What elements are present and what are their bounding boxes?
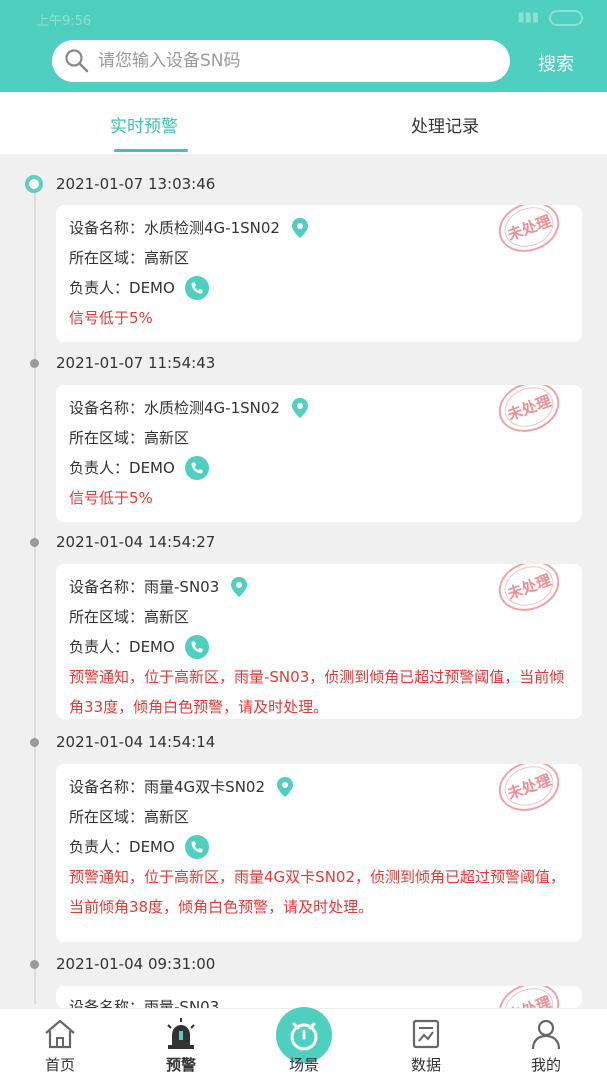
device-name-label: 设备名称： [69,578,145,596]
user-icon [531,1019,561,1050]
status-time: 上午9:56 [36,14,92,29]
location-pin-icon[interactable] [229,576,249,598]
alert-message: 信号低于5% [69,489,153,507]
timeline-node [30,960,39,969]
search-icon [65,49,89,73]
search-box[interactable] [52,40,510,82]
device-name-label: 设备名称： [69,399,145,417]
person-value: DEMO [129,638,175,656]
timeline-node [30,738,39,747]
nav-scene[interactable]: 场景 [264,1009,344,1080]
device-name-row: 设备名称： 水质检测4G-1SN02 [69,213,568,243]
home-icon [45,1019,75,1049]
alert-card[interactable]: 未处理 设备名称： 雨量4G双卡SN02 所在区域： 高新区 负责人： DEMO… [56,764,582,942]
phone-icon[interactable] [184,635,209,659]
area-value: 高新区 [144,808,190,826]
tab-processing-records[interactable]: 处理记录 [411,112,479,137]
device-name-label: 设备名称： [69,778,145,796]
phone-icon[interactable] [184,456,209,480]
timeline-node [30,538,39,547]
area-row: 所在区域： 高新区 [69,802,568,832]
person-row: 负责人： DEMO [69,273,568,303]
alert-message: 预警通知，位于高新区，雨量4G双卡SN02，侦测到倾角已超过预警阈值，当前倾角3… [69,868,565,916]
device-name-value: 雨量4G双卡SN02 [144,778,266,796]
alert-message: 预警通知，位于高新区，雨量-SN03，侦测到倾角已超过预警阈值，当前倾角33度，… [69,668,565,716]
location-pin-icon[interactable] [290,217,310,239]
battery-icon [549,10,583,26]
timeline-node [30,359,39,368]
device-name-label: 设备名称： [69,219,145,237]
alert-time: 2021-01-04 14:54:14 [56,733,216,751]
person-value: DEMO [129,459,175,477]
alert-time: 2021-01-07 11:54:43 [56,354,216,372]
unprocessed-stamp: 未处理 [491,986,567,1008]
area-value: 高新区 [144,429,190,447]
area-label: 所在区域： [69,808,145,826]
nav-mine[interactable]: 我的 [506,1009,586,1080]
nav-mine-label: 我的 [530,1056,561,1074]
location-pin-icon[interactable] [290,397,310,419]
device-name-row: 设备名称： 雨量-SN03 [69,572,568,602]
tab-bar: 实时预警 处理记录 [0,92,607,154]
device-name-value: 雨量-SN03 [144,998,220,1008]
nav-home-label: 首页 [44,1056,75,1074]
device-name-row: 设备名称： 水质检测4G-1SN02 [69,393,568,423]
area-row: 所在区域： 高新区 [69,602,568,632]
person-label: 负责人： [69,459,130,477]
person-value: DEMO [129,279,175,297]
area-label: 所在区域： [69,249,145,267]
device-name-row: 设备名称： 雨量-SN03 [69,992,568,1008]
area-label: 所在区域： [69,429,145,447]
person-row: 负责人： DEMO [69,453,568,483]
device-name-row: 设备名称： 雨量4G双卡SN02 [69,772,568,802]
nav-data[interactable]: 数据 [386,1009,466,1080]
nav-data-label: 数据 [410,1056,441,1074]
nav-home[interactable]: 首页 [20,1009,100,1080]
area-label: 所在区域： [69,608,145,626]
tab-realtime-alerts[interactable]: 实时预警 [110,112,178,137]
location-pin-icon[interactable] [275,776,295,798]
bottom-nav: 首页 预警 场景 数据 我的 [0,1007,607,1080]
alert-time: 2021-01-07 13:03:46 [56,175,216,193]
status-bar: 上午9:56 ▮▮▮ [36,8,583,29]
alert-time: 2021-01-04 09:31:00 [56,955,216,973]
nav-alerts-label: 预警 [165,1056,196,1074]
nav-scene-label: 场景 [288,1056,319,1074]
device-name-value: 水质检测4G-1SN02 [144,219,280,237]
person-label: 负责人： [69,838,130,856]
alert-card[interactable]: 未处理 设备名称： 雨量-SN03 [56,986,582,1008]
timeline-line [34,184,36,1004]
alert-card[interactable]: 未处理 设备名称： 水质检测4G-1SN02 所在区域： 高新区 负责人： DE… [56,385,582,522]
area-value: 高新区 [144,249,190,267]
area-value: 高新区 [144,608,190,626]
search-button[interactable]: 搜索 [538,50,574,76]
signal-icon: ▮▮▮ [517,10,539,25]
person-value: DEMO [129,838,175,856]
alert-message: 信号低于5% [69,309,153,327]
person-row: 负责人： DEMO [69,832,568,862]
area-row: 所在区域： 高新区 [69,243,568,273]
phone-icon[interactable] [184,276,209,300]
phone-icon[interactable] [184,835,209,859]
person-label: 负责人： [69,638,130,656]
alert-time: 2021-01-04 14:54:27 [56,533,216,551]
search-input[interactable] [98,51,478,71]
area-row: 所在区域： 高新区 [69,423,568,453]
data-icon [412,1019,440,1049]
timeline-node-active [25,175,43,193]
device-name-value: 雨量-SN03 [144,578,220,596]
nav-alerts[interactable]: 预警 [141,1009,221,1080]
header-bar: 上午9:56 ▮▮▮ 搜索 [0,0,607,92]
alert-card[interactable]: 未处理 设备名称： 水质检测4G-1SN02 所在区域： 高新区 负责人： DE… [56,205,582,342]
device-name-value: 水质检测4G-1SN02 [144,399,280,417]
device-name-label: 设备名称： [69,998,145,1008]
alarm-icon [167,1018,195,1049]
status-icons: ▮▮▮ [518,10,583,26]
person-row: 负责人： DEMO [69,632,568,662]
person-label: 负责人： [69,279,130,297]
alert-card[interactable]: 未处理 设备名称： 雨量-SN03 所在区域： 高新区 负责人： DEMO 预警… [56,564,582,719]
active-tab-indicator [114,149,188,152]
